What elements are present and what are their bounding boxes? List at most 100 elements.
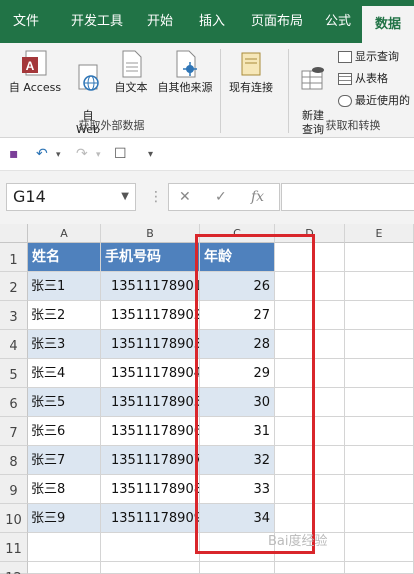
touch-mode-icon[interactable]: ☐ xyxy=(114,146,127,162)
tab-developer[interactable]: 开发工具 xyxy=(62,0,132,43)
table-header-cell[interactable]: 手机号码 xyxy=(101,243,200,272)
row-header[interactable]: 3 xyxy=(0,301,28,330)
grid-cell[interactable] xyxy=(101,533,200,562)
grid-cell[interactable] xyxy=(345,359,414,388)
recent-sources-button[interactable]: 最近使用的 xyxy=(338,92,410,110)
grid-cell[interactable] xyxy=(28,533,101,562)
show-queries-button[interactable]: 显示查询 xyxy=(338,48,399,66)
row-header[interactable]: 4 xyxy=(0,330,28,359)
table-cell-phone[interactable]: 13511178909 xyxy=(101,504,200,533)
grid-cell[interactable] xyxy=(275,562,345,574)
table-cell-phone[interactable]: 13511178904 xyxy=(101,359,200,388)
redo-icon[interactable]: ↷ xyxy=(76,146,88,162)
grid-cell[interactable] xyxy=(28,562,101,574)
table-cell-phone[interactable]: 13511178905 xyxy=(101,388,200,417)
table-cell-name[interactable]: 张三8 xyxy=(28,475,101,504)
grid-cell[interactable] xyxy=(275,417,345,446)
grid-cell[interactable] xyxy=(275,359,345,388)
row-header[interactable]: 5 xyxy=(0,359,28,388)
grid-cell[interactable] xyxy=(345,301,414,330)
grid-cell[interactable] xyxy=(275,388,345,417)
formula-input[interactable] xyxy=(281,183,414,211)
save-icon[interactable]: ▪ xyxy=(9,146,19,162)
table-cell-name[interactable]: 张三1 xyxy=(28,272,101,301)
table-cell-age[interactable]: 34 xyxy=(200,504,275,533)
table-cell-age[interactable]: 32 xyxy=(200,446,275,475)
cancel-icon[interactable]: ✕ xyxy=(179,189,191,205)
grid-cell[interactable] xyxy=(345,243,414,272)
from-other-sources-button[interactable]: 自其他来源 xyxy=(152,49,218,95)
grid-cell[interactable] xyxy=(275,243,345,272)
row-header[interactable]: 8 xyxy=(0,446,28,475)
customize-qat-icon[interactable]: ▾ xyxy=(148,149,153,160)
table-cell-phone[interactable]: 13511178902 xyxy=(101,301,200,330)
row-header[interactable]: 9 xyxy=(0,475,28,504)
grid-cell[interactable] xyxy=(275,446,345,475)
undo-dropdown-icon[interactable]: ▾ xyxy=(56,150,61,160)
from-table-button[interactable]: 从表格 xyxy=(338,70,388,88)
chevron-down-icon[interactable]: ▼ xyxy=(121,184,129,210)
grid-cell[interactable] xyxy=(345,504,414,533)
column-header-a[interactable]: A xyxy=(28,224,101,243)
table-cell-age[interactable]: 31 xyxy=(200,417,275,446)
row-header[interactable]: 11 xyxy=(0,533,28,562)
table-cell-name[interactable]: 张三6 xyxy=(28,417,101,446)
table-header-cell[interactable]: 年龄 xyxy=(200,243,275,272)
table-cell-name[interactable]: 张三7 xyxy=(28,446,101,475)
table-cell-phone[interactable]: 13511178907 xyxy=(101,446,200,475)
table-cell-name[interactable]: 张三4 xyxy=(28,359,101,388)
grid-cell[interactable] xyxy=(101,562,200,574)
grid-cell[interactable] xyxy=(200,562,275,574)
table-cell-age[interactable]: 30 xyxy=(200,388,275,417)
table-cell-age[interactable]: 29 xyxy=(200,359,275,388)
grid-cell[interactable] xyxy=(345,330,414,359)
grid-cell[interactable] xyxy=(345,446,414,475)
grid-cell[interactable] xyxy=(345,388,414,417)
column-header-c[interactable]: C xyxy=(200,224,275,243)
existing-connections-button[interactable]: 现有连接 xyxy=(222,49,280,95)
name-box[interactable]: G14 ▼ xyxy=(6,183,136,211)
row-header[interactable]: 10 xyxy=(0,504,28,533)
table-cell-name[interactable]: 张三2 xyxy=(28,301,101,330)
row-header[interactable]: 1 xyxy=(0,243,28,272)
redo-dropdown-icon[interactable]: ▾ xyxy=(96,150,101,160)
table-cell-phone[interactable]: 13511178906 xyxy=(101,417,200,446)
insert-function-icon[interactable]: fx xyxy=(251,189,264,205)
table-cell-phone[interactable]: 13511178901 xyxy=(101,272,200,301)
undo-icon[interactable]: ↶ xyxy=(36,146,48,162)
grid-cell[interactable] xyxy=(345,533,414,562)
table-cell-age[interactable]: 33 xyxy=(200,475,275,504)
grid-cell[interactable] xyxy=(200,533,275,562)
tab-insert[interactable]: 插入 xyxy=(190,0,234,43)
table-cell-phone[interactable]: 13511178903 xyxy=(101,330,200,359)
from-access-button[interactable]: A 自 Access xyxy=(4,49,66,95)
grid-cell[interactable] xyxy=(345,272,414,301)
from-text-button[interactable]: 自文本 xyxy=(110,49,152,95)
table-cell-age[interactable]: 26 xyxy=(200,272,275,301)
column-header-d[interactable]: D xyxy=(275,224,345,243)
table-cell-phone[interactable]: 13511178908 xyxy=(101,475,200,504)
tab-formulas[interactable]: 公式 xyxy=(318,0,358,43)
column-header-e[interactable]: E xyxy=(345,224,414,243)
grid-cell[interactable] xyxy=(345,562,414,574)
tab-file[interactable]: 文件 xyxy=(6,0,46,43)
table-header-cell[interactable]: 姓名 xyxy=(28,243,101,272)
table-cell-age[interactable]: 27 xyxy=(200,301,275,330)
column-header-b[interactable]: B xyxy=(101,224,200,243)
confirm-icon[interactable]: ✓ xyxy=(215,189,227,205)
table-cell-name[interactable]: 张三9 xyxy=(28,504,101,533)
grid-cell[interactable] xyxy=(275,475,345,504)
table-cell-name[interactable]: 张三3 xyxy=(28,330,101,359)
grid-cell[interactable] xyxy=(345,417,414,446)
grid-cell[interactable] xyxy=(275,504,345,533)
row-header[interactable]: 7 xyxy=(0,417,28,446)
tab-home[interactable]: 开始 xyxy=(138,0,182,43)
grid-cell[interactable] xyxy=(345,475,414,504)
grid-cell[interactable] xyxy=(275,272,345,301)
row-header[interactable]: 2 xyxy=(0,272,28,301)
table-cell-name[interactable]: 张三5 xyxy=(28,388,101,417)
select-all-corner[interactable] xyxy=(0,224,28,243)
tab-page-layout[interactable]: 页面布局 xyxy=(242,0,312,43)
row-header[interactable]: 12 xyxy=(0,562,28,574)
row-header[interactable]: 6 xyxy=(0,388,28,417)
